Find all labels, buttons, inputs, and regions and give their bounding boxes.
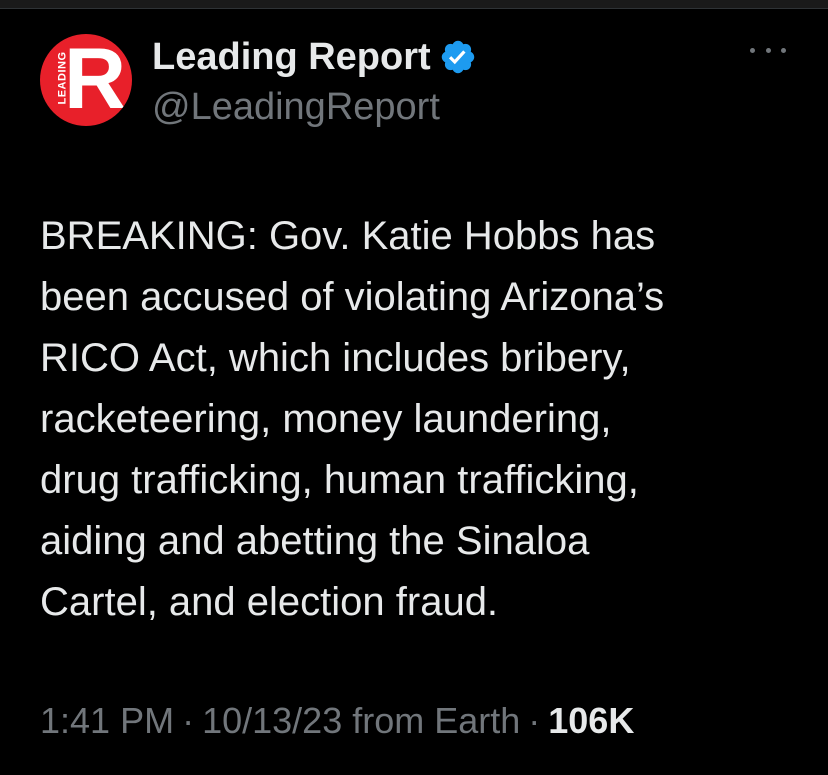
tweet-text-line: racketeering, money laundering, [40,397,612,441]
tweet-text-line: aiding and abetting the Sinaloa [40,519,590,563]
tweet-text-line: RICO Act, which includes bribery, [40,336,631,380]
meta-separator: · [528,700,541,741]
tweet-text-line: Cartel, and election fraud. [40,580,499,624]
tweet-source: from Earth [352,700,521,741]
verified-badge-icon [441,40,474,74]
author-handle[interactable]: @LeadingReport [152,86,440,129]
more-horizontal-icon[interactable] [750,40,786,60]
more-dot [781,47,786,53]
tweet-time[interactable]: 1:41 PM [40,700,174,742]
tweet-text: BREAKING: Gov. Katie Hobbs has been accu… [40,206,800,633]
avatar-letter: R [64,34,127,126]
tweet: LEADING R Leading Report @LeadingReport … [0,0,828,775]
tweet-meta: 1:41 PM · 10/13/23 from Earth · 106K [40,700,634,742]
tweet-text-line: been accused of violating Arizona’s [40,275,665,319]
avatar[interactable]: LEADING R [40,34,132,126]
tweet-text-line: BREAKING: Gov. Katie Hobbs has [40,214,656,258]
author-display-name[interactable]: Leading Report [152,36,431,79]
view-count[interactable]: 106K [548,700,634,742]
more-dot [750,47,755,53]
author-name-row[interactable]: Leading Report [152,32,477,82]
tweet-text-line: drug trafficking, human trafficking, [40,458,639,502]
meta-separator: · [182,700,195,741]
tweet-date[interactable]: 10/13/23 [202,700,342,742]
more-dot [765,47,771,53]
